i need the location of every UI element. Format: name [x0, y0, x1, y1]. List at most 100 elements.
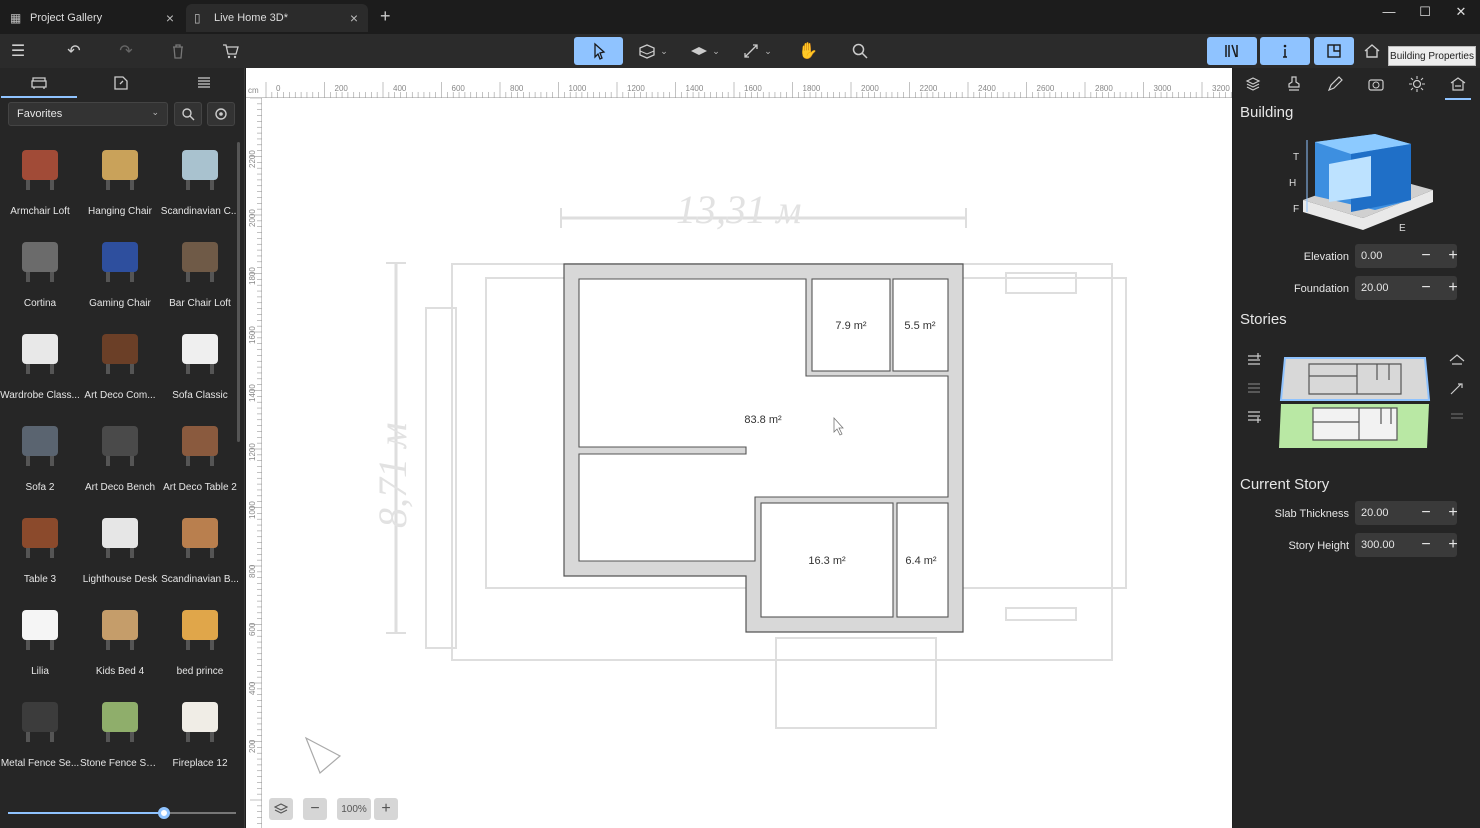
library-item[interactable]: Metal Fence Se... [0, 684, 80, 776]
foundation-decrement-button[interactable]: − [1415, 277, 1437, 299]
story-height-increment-button[interactable]: + [1442, 534, 1464, 556]
ruler-tick-label: 1600 [248, 325, 257, 344]
stairs-icon[interactable] [1447, 378, 1467, 398]
thumbnail-size-slider-knob[interactable] [158, 807, 170, 819]
category-dropdown[interactable]: Favorites ⌄ [8, 102, 168, 126]
library-item[interactable]: Sofa 2 [0, 408, 80, 500]
floor-tool-icon[interactable]: ⌄ [688, 37, 722, 65]
trash-icon[interactable] [166, 37, 190, 65]
sun-icon[interactable] [1402, 72, 1432, 96]
library-item[interactable]: Scandinavian B... [160, 500, 240, 592]
gallery-icon: ▦ [10, 11, 22, 25]
library-item[interactable]: Gaming Chair [80, 224, 160, 316]
close-window-icon[interactable]: ✕ [1446, 4, 1476, 24]
elevation-label: Elevation [1303, 251, 1349, 263]
select-icon[interactable] [574, 37, 623, 65]
library-item[interactable]: Sofa Classic [160, 316, 240, 408]
menu-icon[interactable]: ☰ [6, 37, 30, 65]
item-label: Art Deco Table 2 [163, 482, 237, 493]
elevation-increment-button[interactable]: + [1442, 245, 1464, 267]
library-item[interactable]: bed prince [160, 592, 240, 684]
library-item[interactable]: Cortina [0, 224, 80, 316]
furniture-tab-icon[interactable] [1, 72, 77, 98]
zoom-in-button[interactable]: + [374, 798, 398, 820]
library-item[interactable]: Lilia [0, 592, 80, 684]
stamp-icon[interactable] [1279, 72, 1309, 96]
stories-preview[interactable] [1277, 354, 1433, 454]
layers-button[interactable] [269, 798, 293, 820]
library-item[interactable]: Table 3 [0, 500, 80, 592]
zoom-out-button[interactable]: − [303, 798, 327, 820]
maximize-icon[interactable]: ☐ [1410, 4, 1440, 24]
floor-plan-drawing: 13,31 м 8,71 м [304, 187, 1127, 774]
add-story-below-icon[interactable] [1244, 406, 1264, 426]
library-item[interactable]: Armchair Loft [0, 132, 80, 224]
library-item[interactable]: Art Deco Table 2 [160, 408, 240, 500]
library-item[interactable]: Lighthouse Desk [80, 500, 160, 592]
ruler-tick-label: 600 [451, 84, 465, 93]
building-properties-icon[interactable] [1443, 72, 1473, 100]
close-icon[interactable]: × [166, 10, 174, 26]
story-height-decrement-button[interactable]: − [1415, 534, 1437, 556]
dimension-tool-icon[interactable]: ⌄ [740, 37, 774, 65]
minimize-icon[interactable]: — [1374, 4, 1404, 24]
room-area-label: 5.5 m² [904, 320, 936, 332]
new-tab-button[interactable]: + [380, 6, 391, 27]
cart-icon[interactable] [218, 37, 242, 65]
tab-project-gallery[interactable]: ▦ Project Gallery × [2, 4, 184, 32]
library-item[interactable]: Stone Fence Se... [80, 684, 160, 776]
item-label: Metal Fence Se... [0, 758, 80, 769]
pick-object-icon[interactable] [207, 102, 235, 126]
zoom-level[interactable]: 100% [337, 798, 371, 820]
camera-icon[interactable] [1361, 72, 1391, 96]
redo-icon[interactable]: ↷ [114, 37, 138, 65]
library-search-icon[interactable] [174, 102, 202, 126]
item-thumbnail [12, 320, 68, 380]
roof-icon[interactable] [1447, 350, 1467, 370]
chevron-down-icon: ⌄ [151, 107, 159, 117]
title-bar: ▦ Project Gallery × ▯ Live Home 3D* × + … [0, 0, 1480, 34]
library-scrollbar[interactable] [237, 142, 240, 442]
item-thumbnail [92, 412, 148, 472]
tab-label: Project Gallery [30, 12, 103, 24]
search-icon[interactable] [848, 37, 872, 65]
library-item[interactable]: Wardrobe Class... [0, 316, 80, 408]
pencil-icon[interactable] [1320, 72, 1350, 96]
library-item[interactable]: Kids Bed 4 [80, 592, 160, 684]
library-item[interactable]: Bar Chair Loft [160, 224, 240, 316]
library-icon[interactable] [1207, 37, 1257, 65]
item-thumbnail [172, 320, 228, 380]
add-story-above-icon[interactable] [1244, 350, 1264, 370]
item-label: Sofa Classic [172, 390, 228, 401]
materials-tab-icon[interactable] [101, 72, 141, 94]
close-icon[interactable]: × [350, 10, 358, 26]
library-item[interactable]: Hanging Chair [80, 132, 160, 224]
library-item[interactable]: Scandinavian C... [160, 132, 240, 224]
elevation-decrement-button[interactable]: − [1415, 245, 1437, 267]
delete-story-icon[interactable] [1447, 406, 1467, 426]
wall-tool-icon[interactable]: ⌄ [636, 37, 670, 65]
library-item[interactable]: Fireplace 12 [160, 684, 240, 776]
item-label: Armchair Loft [10, 206, 70, 217]
item-label: Cortina [23, 298, 57, 309]
ruler-tick-label: 600 [248, 622, 257, 636]
slab-decrement-button[interactable]: − [1415, 502, 1437, 524]
compass-gizmo [304, 736, 342, 774]
current-story-title: Current Story [1240, 476, 1330, 493]
undo-icon[interactable]: ↶ [62, 37, 86, 65]
hand-icon[interactable]: ✋ [796, 37, 820, 65]
foundation-increment-button[interactable]: + [1442, 277, 1464, 299]
item-thumbnail [12, 504, 68, 564]
library-item[interactable]: Art Deco Com... [80, 316, 160, 408]
plan-canvas[interactable]: 13,31 м 8,71 м cm 0 200 400 600 800 1000 1200 1… [246, 68, 1232, 828]
item-label: Sofa 2 [25, 482, 55, 493]
plan-view-icon[interactable] [1314, 37, 1354, 65]
insert-story-icon[interactable] [1244, 378, 1264, 398]
library-item[interactable]: Art Deco Bench [80, 408, 160, 500]
info-icon[interactable] [1260, 37, 1310, 65]
list-tab-icon[interactable] [184, 72, 224, 94]
home-3d-icon[interactable] [1360, 37, 1384, 65]
materials-icon[interactable] [1238, 72, 1268, 96]
tab-live-home[interactable]: ▯ Live Home 3D* × [186, 4, 368, 32]
slab-increment-button[interactable]: + [1442, 502, 1464, 524]
